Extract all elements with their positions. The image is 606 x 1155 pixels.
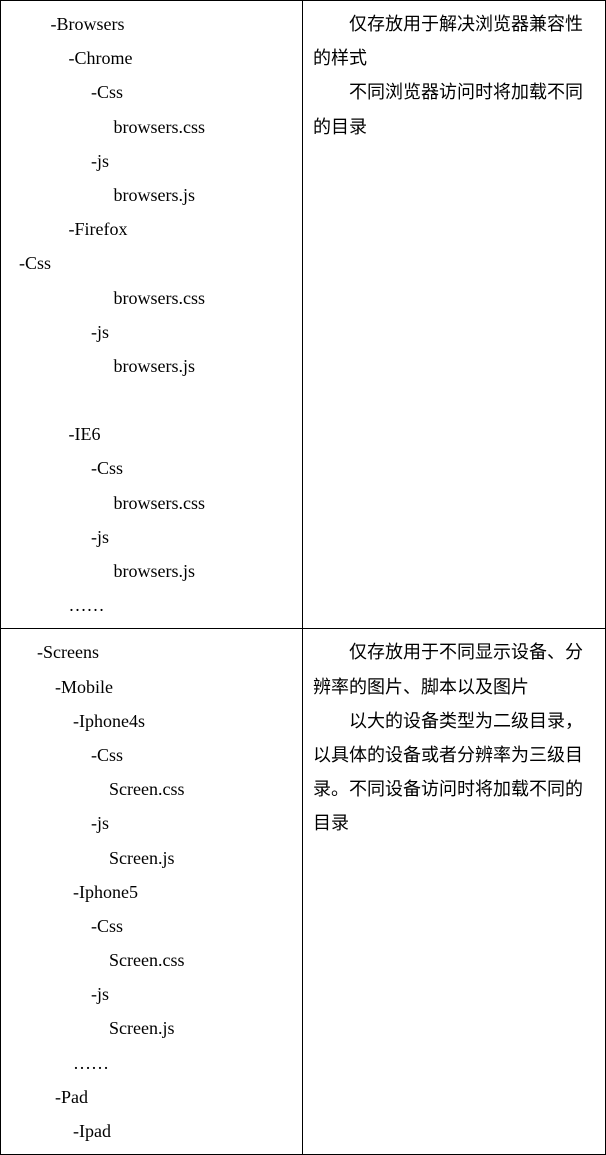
table-row: -Screens -Mobile -Iphone4s -Css Screen.c… — [0, 629, 606, 1155]
right-cell-browsers-desc: 仅存放用于解决浏览器兼容性的样式 不同浏览器访问时将加载不同的目录 — [303, 1, 605, 628]
desc-para: 以大的设备类型为二级目录，以具体的设备或者分辨率为三级目录。不同设备访问时将加载… — [313, 704, 595, 841]
table-row: -Browsers -Chrome -Css browsers.css -js … — [0, 0, 606, 629]
left-cell-screens-tree: -Screens -Mobile -Iphone4s -Css Screen.c… — [1, 629, 303, 1154]
desc-para: 不同浏览器访问时将加载不同的目录 — [313, 75, 595, 143]
desc-para: 仅存放用于解决浏览器兼容性的样式 — [313, 7, 595, 75]
left-cell-browsers-tree: -Browsers -Chrome -Css browsers.css -js … — [1, 1, 303, 628]
directory-structure-table: -Browsers -Chrome -Css browsers.css -js … — [0, 0, 606, 1155]
right-cell-screens-desc: 仅存放用于不同显示设备、分辨率的图片、脚本以及图片 以大的设备类型为二级目录，以… — [303, 629, 605, 1154]
desc-para: 仅存放用于不同显示设备、分辨率的图片、脚本以及图片 — [313, 635, 595, 703]
